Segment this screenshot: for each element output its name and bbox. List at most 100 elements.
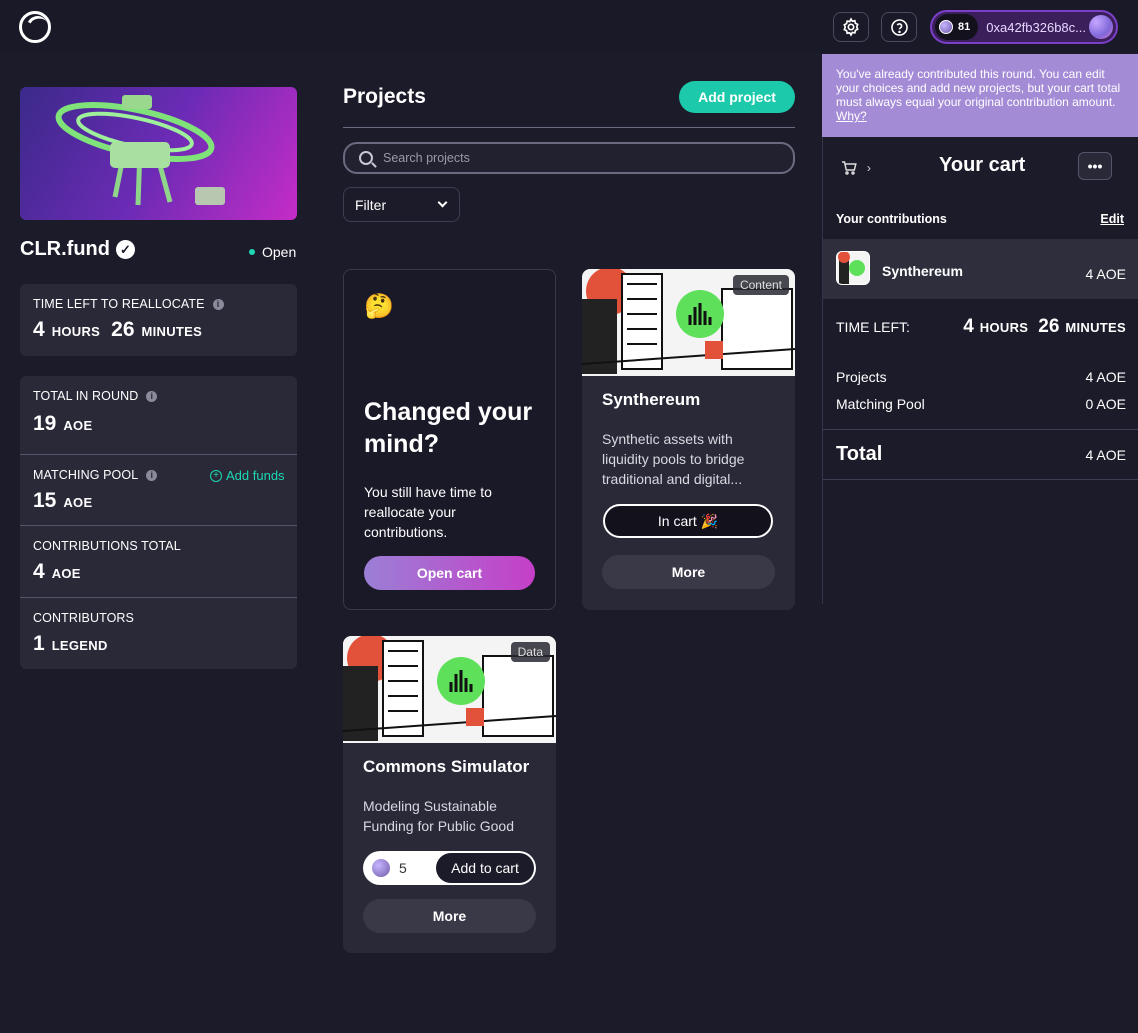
edit-link[interactable]: Edit xyxy=(1100,212,1124,226)
contributors-value: 1 legend xyxy=(33,632,108,656)
project-title[interactable]: Synthereum xyxy=(602,390,700,410)
round-stats-panel: TOTAL IN ROUND i 19 aoe MATCHING POOL i … xyxy=(20,376,297,669)
cart-item-name: Synthereum xyxy=(882,263,963,279)
total-value: 19 aoe xyxy=(33,412,92,436)
divider xyxy=(20,454,297,455)
total-label-text: TOTAL IN ROUND xyxy=(33,389,139,403)
project-desc: Modeling Sustainable Funding for Public … xyxy=(363,798,514,834)
why-link[interactable]: Why? xyxy=(836,109,867,123)
project-card-synthereum[interactable]: Content Synthereum Synthetic assets with… xyxy=(582,269,795,610)
divider xyxy=(823,429,1138,430)
cart-title: Your cart xyxy=(939,154,1026,176)
amount-value[interactable]: 5 xyxy=(399,860,429,876)
contributors-label-text: CONTRIBUTORS xyxy=(33,611,134,625)
chevron-right-icon: › xyxy=(866,161,871,175)
balance-value: 81 xyxy=(958,21,971,33)
notice-text: You've already contributed this round. Y… xyxy=(836,67,1121,109)
divider xyxy=(343,127,795,128)
time-left-label-text: TIME LEFT TO REALLOCATE xyxy=(33,297,205,311)
more-button[interactable]: More xyxy=(602,555,775,589)
more-options-button[interactable]: ••• xyxy=(1078,152,1112,180)
project-thumbnail xyxy=(836,251,870,285)
search-bar[interactable] xyxy=(343,142,795,174)
total-value: 4 AOE xyxy=(1085,447,1126,463)
clrfund-logo-icon[interactable] xyxy=(19,11,51,43)
total-label: TOTAL IN ROUND i xyxy=(33,389,158,403)
cart-total-row: Total 4 AOE xyxy=(836,443,1126,466)
changed-mind-desc: You still have time to reallocate your c… xyxy=(364,484,492,540)
project-title[interactable]: Commons Simulator xyxy=(363,757,529,777)
dots-icon: ••• xyxy=(1087,158,1103,174)
search-input[interactable] xyxy=(383,151,763,165)
contribution-amount-input[interactable]: 5 Add to cart xyxy=(363,851,536,885)
page-title: Projects xyxy=(343,85,426,108)
round-name-text: CLR.fund xyxy=(20,238,110,260)
status-dot-icon xyxy=(249,249,255,255)
matching-unit: aoe xyxy=(63,495,93,510)
add-to-cart-button[interactable]: Add to cart xyxy=(436,853,534,883)
collapse-cart-button[interactable]: › xyxy=(841,161,871,178)
contributions-label: CONTRIBUTIONS TOTAL xyxy=(33,539,181,553)
info-icon[interactable]: i xyxy=(212,298,224,310)
cart-panel: › Your cart ••• Your contributions Edit … xyxy=(822,137,1138,604)
cart-item[interactable]: Synthereum 4 AOE xyxy=(823,239,1138,299)
category-badge: Data xyxy=(510,642,550,662)
cart-pool-row: Matching Pool 0 AOE xyxy=(836,396,1126,412)
round-hero-image xyxy=(20,87,297,220)
more-button[interactable]: More xyxy=(363,899,536,933)
contributions-value: 4 aoe xyxy=(33,560,81,584)
round-status: Open xyxy=(249,244,296,260)
round-name: CLR.fund ✓ xyxy=(20,238,135,261)
contributors-unit: legend xyxy=(51,638,108,653)
token-icon xyxy=(939,20,953,34)
projects-label: Projects xyxy=(836,369,887,385)
project-image: Content xyxy=(582,269,795,376)
cart-icon xyxy=(842,161,857,175)
avatar xyxy=(1089,15,1113,39)
wallet-balance: 81 xyxy=(935,14,979,40)
wallet-address: 0xa42fb326b8c... xyxy=(986,19,1086,35)
hours-value: 4 xyxy=(963,316,974,337)
changed-mind-card: 🤔 Changed your mind? You still have time… xyxy=(343,269,556,610)
cart-item-amount: 4 AOE xyxy=(1085,266,1126,282)
pool-label: Matching Pool xyxy=(836,396,925,412)
cart-projects-row: Projects 4 AOE xyxy=(836,369,1126,385)
gear-icon xyxy=(843,17,859,37)
filter-label: Filter xyxy=(355,196,387,213)
add-funds-link[interactable]: + Add funds xyxy=(210,468,285,483)
minutes-unit: minutes xyxy=(1065,320,1126,335)
filter-dropdown[interactable]: Filter xyxy=(343,187,460,222)
open-cart-button[interactable]: Open cart xyxy=(364,556,535,590)
in-cart-button[interactable]: In cart 🎉 xyxy=(603,504,773,538)
contributions-heading: Your contributions xyxy=(836,212,947,226)
divider xyxy=(20,525,297,526)
total-number: 19 xyxy=(33,412,57,435)
time-left-label: TIME LEFT: xyxy=(836,319,910,335)
thinking-emoji-icon: 🤔 xyxy=(364,293,394,320)
pool-value: 0 AOE xyxy=(1085,396,1126,412)
wallet-button[interactable]: 81 0xa42fb326b8c... xyxy=(930,10,1118,44)
time-left-label: TIME LEFT TO REALLOCATE i xyxy=(33,297,224,311)
project-desc: Synthetic assets with liquidity pools to… xyxy=(602,431,745,487)
hours-unit: hours xyxy=(979,320,1029,335)
contributors-number: 1 xyxy=(33,632,45,655)
info-icon[interactable]: i xyxy=(146,469,158,481)
matching-value: 15 aoe xyxy=(33,489,92,513)
time-left-value: 4 hours 26 minutes xyxy=(963,316,1126,338)
add-project-button[interactable]: Add project xyxy=(679,81,795,113)
total-label: Total xyxy=(836,443,883,465)
chevron-down-icon xyxy=(437,197,448,208)
total-unit: aoe xyxy=(63,418,93,433)
minutes-value: 26 xyxy=(111,318,135,341)
token-icon xyxy=(371,858,391,878)
status-text: Open xyxy=(262,244,297,260)
info-icon[interactable]: i xyxy=(146,390,158,402)
projects-value: 4 AOE xyxy=(1085,369,1126,385)
project-card-commons-simulator[interactable]: Data Commons Simulator Modeling Sustaina… xyxy=(343,636,556,953)
plus-circle-icon: + xyxy=(210,469,222,482)
matching-number: 15 xyxy=(33,489,57,512)
divider xyxy=(20,597,297,598)
help-button[interactable] xyxy=(881,12,917,42)
settings-button[interactable] xyxy=(833,12,869,42)
category-badge: Content xyxy=(732,275,789,295)
